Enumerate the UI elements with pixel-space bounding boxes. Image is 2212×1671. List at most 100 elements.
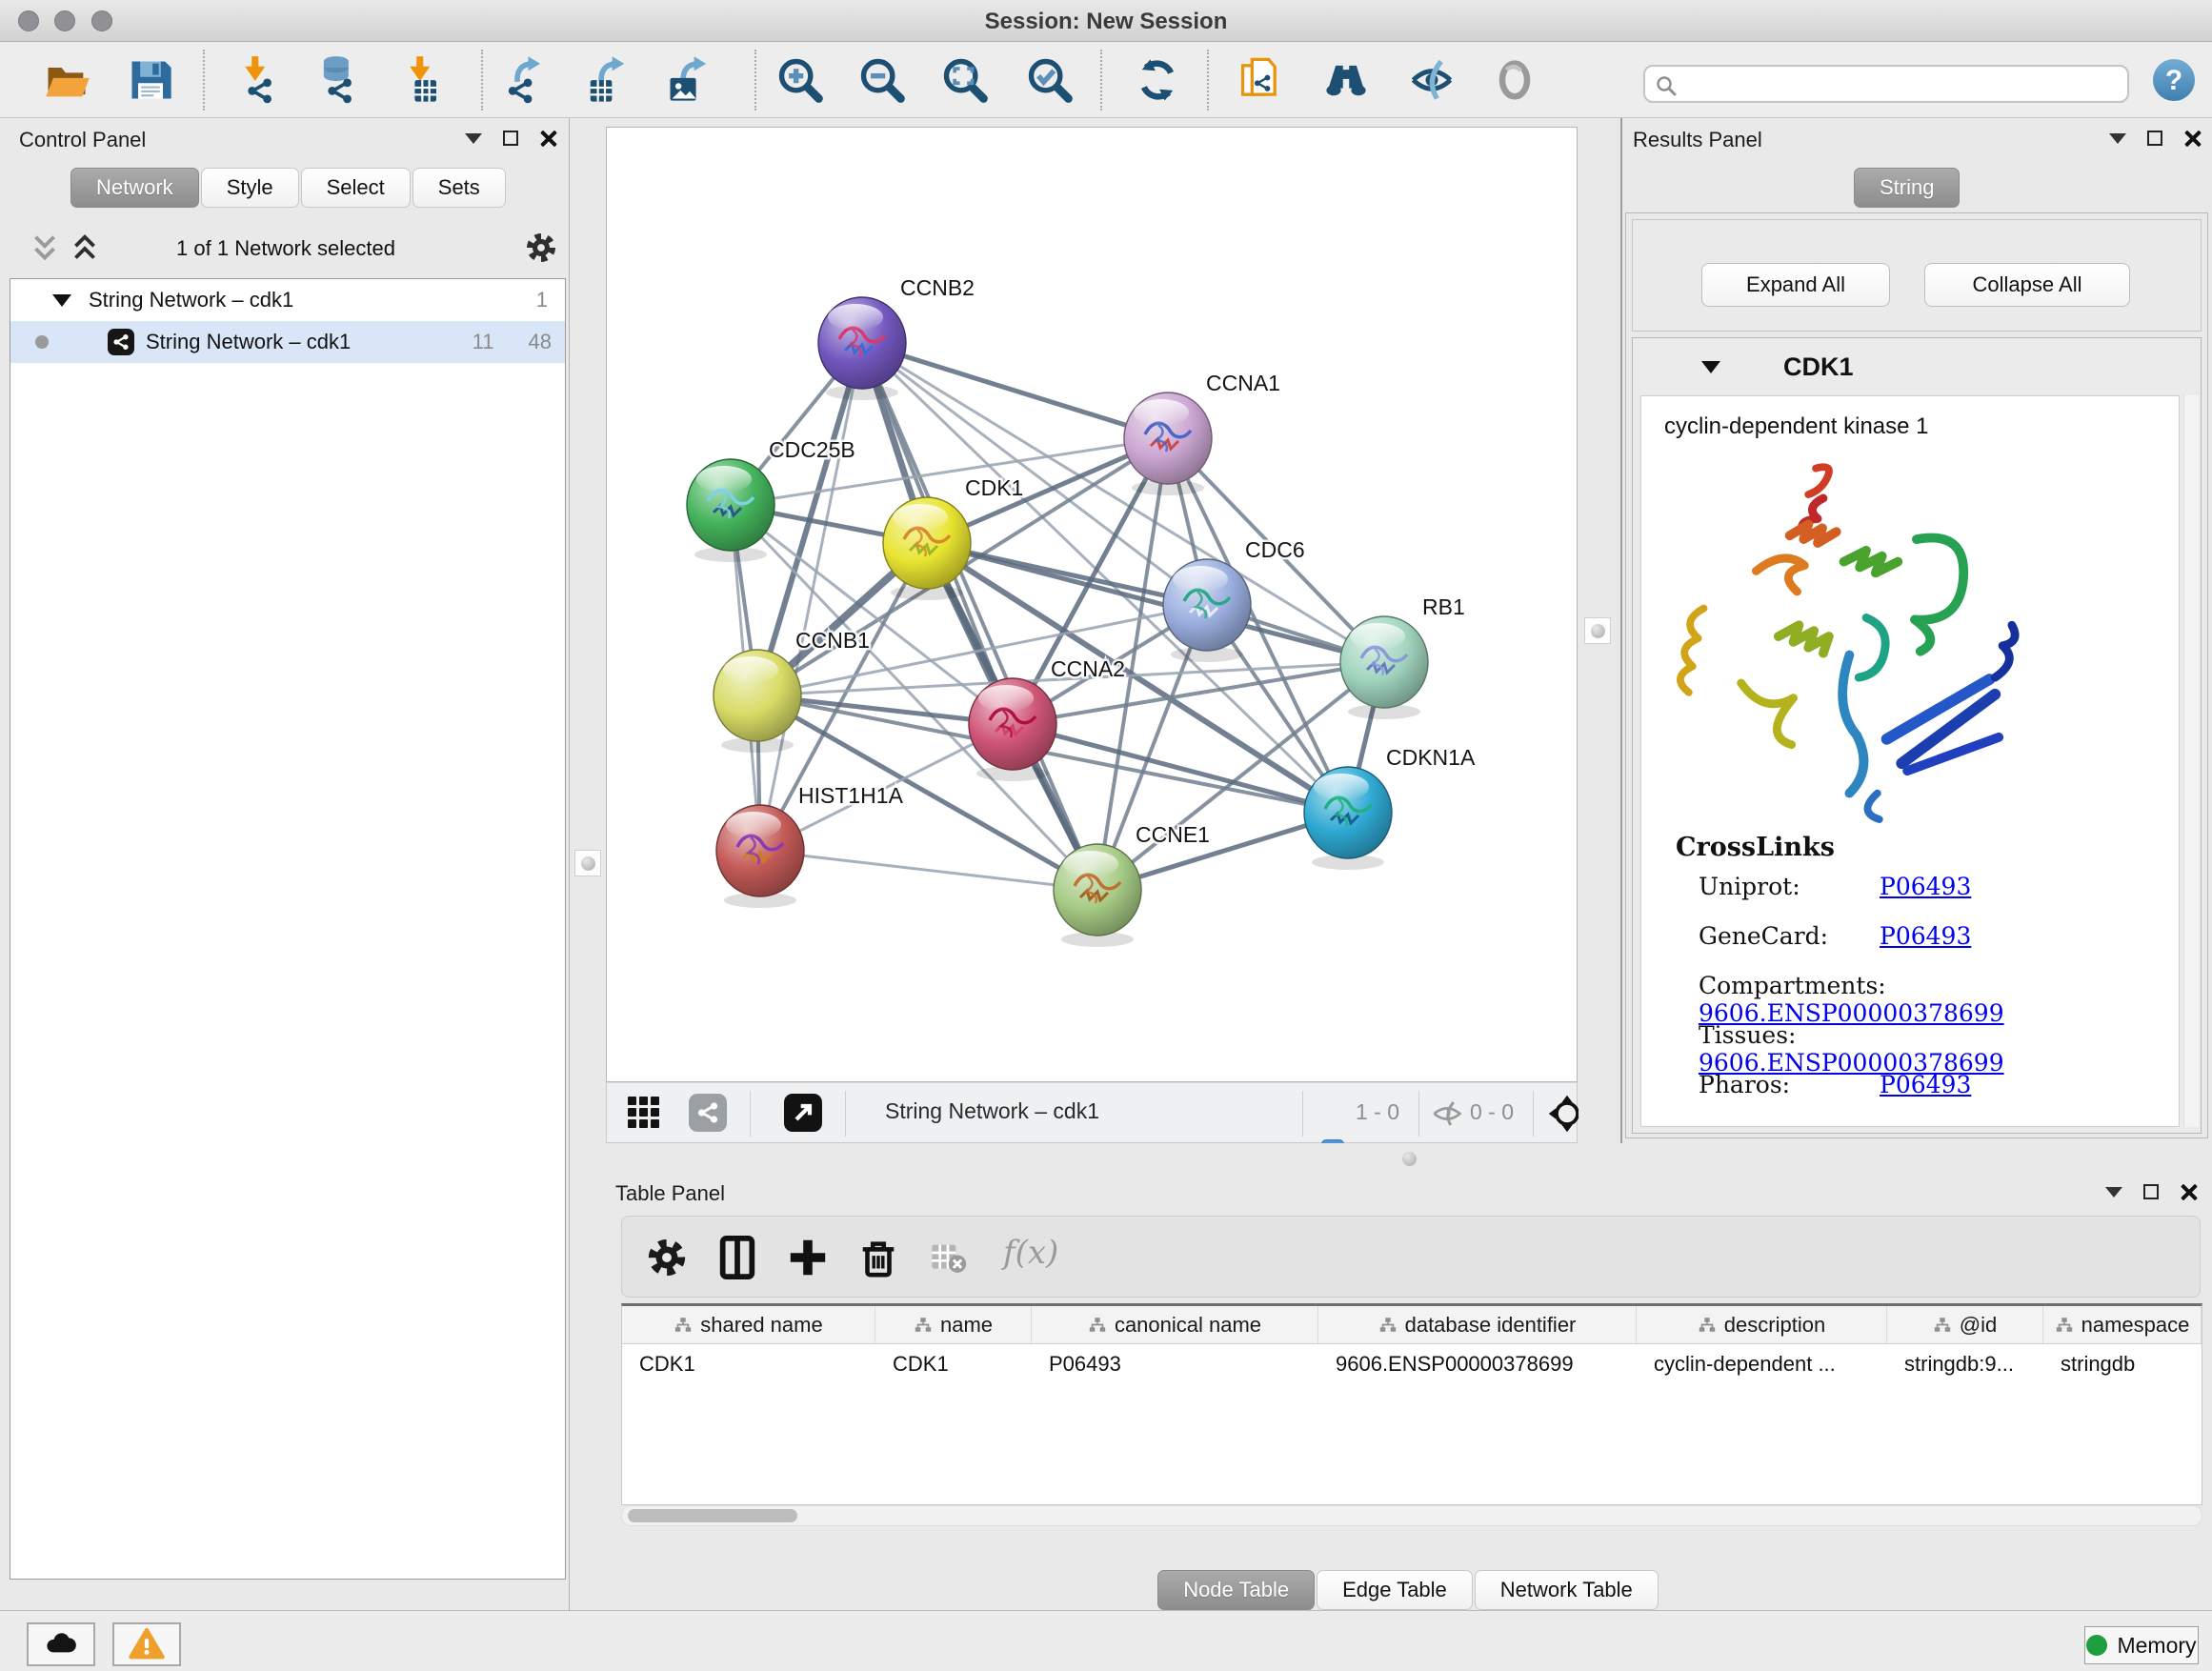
tab-network-table[interactable]: Network Table — [1475, 1570, 1659, 1610]
help-button[interactable]: ? — [2151, 57, 2197, 103]
column-header-canonical-name[interactable]: canonical name — [1032, 1306, 1318, 1343]
tab-edge-table[interactable]: Edge Table — [1317, 1570, 1473, 1610]
column-header--id[interactable]: @id — [1887, 1306, 2043, 1343]
horizontal-splitter-handle[interactable] — [1402, 1152, 1417, 1166]
refresh-view-button[interactable] — [1133, 55, 1182, 105]
results-scrollbar[interactable] — [2183, 395, 2199, 1127]
network-node[interactable]: CCNA1 — [1124, 371, 1280, 495]
right-splitter[interactable] — [1579, 118, 1622, 1143]
birdseye-grid-button[interactable] — [628, 1097, 659, 1128]
panel-float-icon[interactable] — [503, 131, 518, 146]
toolbar-separator — [1533, 1091, 1534, 1137]
network-row-selected[interactable]: String Network – cdk1 11 48 — [10, 321, 565, 363]
import-table-from-file-button[interactable] — [398, 55, 448, 105]
horizontal-splitter[interactable] — [606, 1143, 2212, 1174]
export-table-button[interactable] — [582, 55, 632, 105]
tab-select[interactable]: Select — [301, 168, 411, 208]
crosslink-value-link[interactable]: P06493 — [1880, 1071, 1971, 1098]
network-edge[interactable] — [760, 851, 1097, 890]
hide-selection-button[interactable] — [1407, 55, 1457, 105]
protein-card: CDK1 cyclin-dependent kinase 1 — [1632, 337, 2202, 1134]
tab-style[interactable]: Style — [201, 168, 299, 208]
tab-network[interactable]: Network — [70, 168, 199, 208]
table-cell[interactable]: 9606.ENSP00000378699 — [1318, 1344, 1637, 1384]
network-node[interactable]: RB1 — [1340, 594, 1465, 719]
network-edge[interactable] — [862, 343, 1168, 438]
network-options-button[interactable] — [524, 231, 558, 265]
column-header-shared-name[interactable]: shared name — [622, 1306, 875, 1343]
network-node[interactable]: CCNB2 — [818, 275, 975, 400]
table-tabs: Node TableEdge TableNetwork Table — [606, 1570, 2212, 1610]
memory-button[interactable]: Memory — [2084, 1626, 2199, 1664]
panel-float-icon[interactable] — [2143, 1184, 2159, 1199]
toggle-column-view-button[interactable] — [715, 1236, 759, 1279]
warning-status-button[interactable] — [112, 1622, 181, 1666]
panel-close-icon[interactable] — [2180, 1183, 2197, 1200]
export-network-button[interactable] — [500, 55, 550, 105]
memory-status-icon — [2086, 1635, 2107, 1656]
network-collection-row[interactable]: String Network – cdk1 1 — [10, 279, 565, 321]
table-row[interactable]: CDK1CDK1P064939606.ENSP00000378699cyclin… — [622, 1344, 2202, 1384]
column-header-description[interactable]: description — [1637, 1306, 1887, 1343]
detach-view-button[interactable] — [784, 1094, 822, 1132]
node-label: CDC25B — [769, 437, 855, 462]
panel-menu-icon[interactable] — [2109, 133, 2126, 144]
save-session-button[interactable] — [126, 55, 175, 105]
find-button[interactable] — [1321, 55, 1371, 105]
node-label: CCNE1 — [1136, 822, 1210, 847]
left-splitter-handle[interactable] — [574, 850, 601, 876]
network-edge[interactable] — [927, 543, 1384, 662]
panel-close-icon[interactable] — [2183, 130, 2201, 147]
export-image-button[interactable] — [664, 55, 714, 105]
delete-column-button[interactable] — [856, 1236, 900, 1279]
crosslink-value-link[interactable]: P06493 — [1880, 922, 1971, 950]
panel-menu-icon[interactable] — [2105, 1187, 2122, 1198]
table-cell[interactable]: cyclin-dependent ... — [1637, 1344, 1887, 1384]
expand-all-button[interactable]: Expand All — [1701, 263, 1890, 307]
panel-menu-icon[interactable] — [465, 133, 482, 144]
tree-expander-icon[interactable] — [52, 294, 71, 307]
table-cell[interactable]: stringdb — [2043, 1344, 2202, 1384]
column-header-name[interactable]: name — [875, 1306, 1032, 1343]
tab-sets[interactable]: Sets — [412, 168, 506, 208]
zoom-out-button[interactable] — [857, 55, 907, 105]
clone-network-button[interactable] — [1236, 55, 1285, 105]
crosslink-value-link[interactable]: P06493 — [1880, 873, 1971, 900]
zoom-in-button[interactable] — [775, 55, 825, 105]
table-horizontal-scrollbar[interactable] — [621, 1505, 2202, 1526]
import-network-from-file-button[interactable] — [233, 55, 283, 105]
left-splitter[interactable] — [571, 118, 606, 1610]
protein-card-header[interactable]: CDK1 — [1633, 338, 2201, 395]
network-node[interactable]: CDK1 — [883, 475, 1023, 600]
tab-string[interactable]: String — [1854, 168, 1960, 208]
table-cell[interactable]: P06493 — [1032, 1344, 1318, 1384]
node-label: CDKN1A — [1386, 745, 1476, 770]
zoom-selected-button[interactable] — [1025, 55, 1075, 105]
import-network-from-database-button[interactable] — [313, 55, 363, 105]
network-node[interactable]: CDKN1A — [1304, 745, 1476, 870]
table-cell[interactable]: CDK1 — [622, 1344, 875, 1384]
zoom-fit-button[interactable] — [940, 55, 990, 105]
collapse-all-tree-button[interactable] — [29, 234, 63, 263]
column-header-namespace[interactable]: namespace — [2043, 1306, 2202, 1343]
column-header-database-identifier[interactable]: database identifier — [1318, 1306, 1637, 1343]
tab-node-table[interactable]: Node Table — [1157, 1570, 1315, 1610]
table-cell[interactable]: stringdb:9... — [1887, 1344, 2043, 1384]
share-network-button[interactable] — [689, 1094, 727, 1132]
card-expander-icon[interactable] — [1701, 361, 1720, 373]
network-view-canvas[interactable]: CCNB2CCNA1CDC25BCDK1CDC6RB1CCNB1CCNA2CDK… — [606, 127, 1578, 1082]
cloud-status-button[interactable] — [27, 1622, 95, 1666]
network-node[interactable]: HIST1H1A — [716, 783, 904, 908]
collapse-all-button[interactable]: Collapse All — [1924, 263, 2130, 307]
table-settings-button[interactable] — [645, 1236, 689, 1279]
panel-float-icon[interactable] — [2147, 131, 2162, 146]
table-cell[interactable]: CDK1 — [875, 1344, 1032, 1384]
show-all-button[interactable] — [1490, 55, 1539, 105]
search-input[interactable] — [1685, 69, 2119, 99]
right-splitter-handle[interactable] — [1584, 617, 1611, 644]
open-session-button[interactable] — [42, 55, 91, 105]
scrollbar-thumb[interactable] — [628, 1509, 797, 1522]
add-column-button[interactable] — [786, 1236, 830, 1279]
panel-close-icon[interactable] — [539, 130, 556, 147]
expand-all-tree-button[interactable] — [69, 234, 103, 263]
